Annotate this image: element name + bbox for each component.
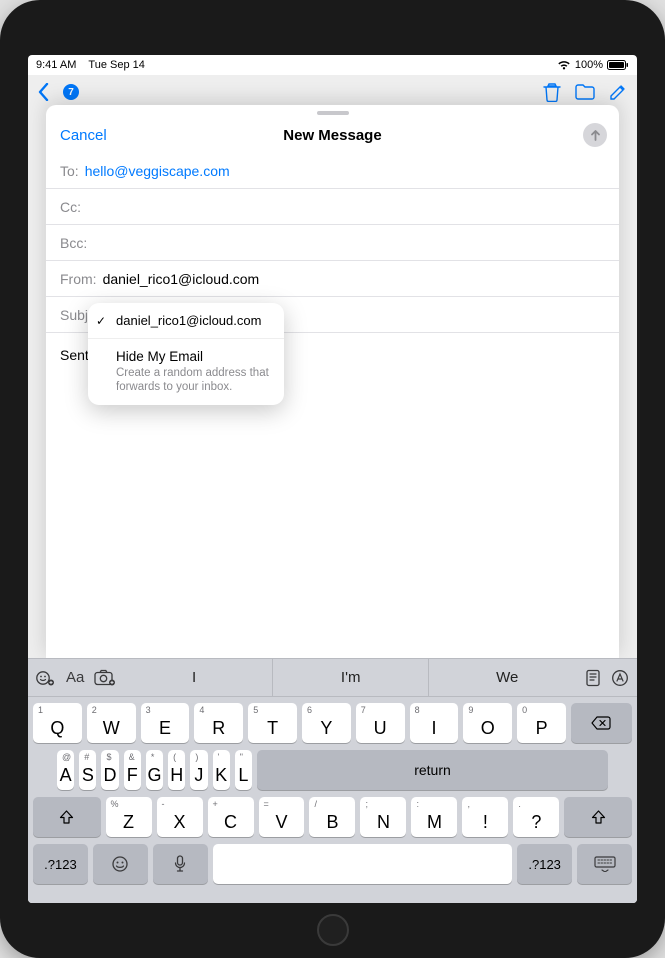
check-icon: ✓: [96, 314, 106, 328]
from-label: From:: [60, 271, 97, 287]
sheet-grabber[interactable]: [317, 111, 349, 115]
text-format-icon[interactable]: Aa: [66, 669, 84, 686]
back-icon[interactable]: [38, 83, 49, 101]
key-b[interactable]: /B: [309, 797, 355, 837]
key-d[interactable]: $D: [101, 750, 118, 790]
folder-icon[interactable]: [575, 84, 595, 100]
cc-row[interactable]: Cc:: [46, 189, 619, 225]
return-key[interactable]: return: [257, 750, 608, 790]
dismiss-keyboard-key[interactable]: [577, 844, 632, 884]
backspace-key[interactable]: [571, 703, 632, 743]
home-button[interactable]: [317, 914, 349, 946]
bcc-row[interactable]: Bcc:: [46, 225, 619, 261]
compose-icon[interactable]: [609, 83, 627, 101]
status-time: 9:41 AM: [36, 59, 76, 71]
key-s[interactable]: #S: [79, 750, 96, 790]
key-q[interactable]: 1Q: [33, 703, 82, 743]
markup-icon[interactable]: [611, 669, 629, 687]
battery-icon: [607, 60, 629, 70]
to-label: To:: [60, 163, 79, 179]
prediction-2[interactable]: I'm: [272, 659, 429, 696]
symbols-key-left[interactable]: .?123: [33, 844, 88, 884]
compose-sheet: Cancel New Message To: hello@veggiscape.…: [46, 105, 619, 658]
trash-icon[interactable]: [543, 82, 561, 102]
symbols-key-right[interactable]: .?123: [517, 844, 572, 884]
key-?[interactable]: .?: [513, 797, 559, 837]
key-v[interactable]: =V: [259, 797, 305, 837]
to-value[interactable]: hello@veggiscape.com: [85, 163, 230, 179]
from-option-selected[interactable]: ✓ daniel_rico1@icloud.com: [88, 303, 284, 339]
camera-icon[interactable]: [94, 669, 116, 687]
key-e[interactable]: 3E: [141, 703, 190, 743]
key-k[interactable]: 'K: [213, 750, 230, 790]
hide-my-email-title: Hide My Email: [116, 349, 272, 364]
key-w[interactable]: 2W: [87, 703, 136, 743]
predictions: I I'm We: [116, 659, 585, 696]
dictation-key[interactable]: [153, 844, 208, 884]
unread-badge: 7: [63, 84, 79, 100]
emoji-text-icon[interactable]: [36, 669, 56, 687]
key-t[interactable]: 5T: [248, 703, 297, 743]
battery-text: 100%: [575, 59, 603, 71]
key-f[interactable]: &F: [124, 750, 141, 790]
key-i[interactable]: 8I: [410, 703, 459, 743]
prediction-3[interactable]: We: [428, 659, 585, 696]
key-x[interactable]: -X: [157, 797, 203, 837]
key-j[interactable]: )J: [190, 750, 207, 790]
body-text: Sent: [60, 347, 89, 363]
from-row[interactable]: From: daniel_rico1@icloud.com: [46, 261, 619, 297]
key-o[interactable]: 9O: [463, 703, 512, 743]
key-y[interactable]: 6Y: [302, 703, 351, 743]
key-u[interactable]: 7U: [356, 703, 405, 743]
subject-label: Subj: [60, 307, 88, 323]
key-a[interactable]: @A: [57, 750, 74, 790]
keyboard: Aa I I'm We: [28, 658, 637, 903]
to-row[interactable]: To: hello@veggiscape.com: [46, 153, 619, 189]
hide-my-email-option[interactable]: Hide My Email Create a random address th…: [88, 339, 284, 405]
space-key[interactable]: [213, 844, 512, 884]
wifi-icon: [557, 60, 571, 70]
send-button[interactable]: [583, 123, 607, 147]
key-![interactable]: ,!: [462, 797, 508, 837]
shift-key[interactable]: [33, 797, 101, 837]
status-bar: 9:41 AM Tue Sep 14 100%: [28, 55, 637, 75]
status-date: Tue Sep 14: [88, 59, 144, 71]
key-n[interactable]: ;N: [360, 797, 406, 837]
compose-title: New Message: [283, 127, 381, 144]
from-popover: ✓ daniel_rico1@icloud.com Hide My Email …: [88, 303, 284, 405]
key-z[interactable]: %Z: [106, 797, 152, 837]
key-c[interactable]: +C: [208, 797, 254, 837]
bcc-label: Bcc:: [60, 235, 87, 251]
key-g[interactable]: *G: [146, 750, 163, 790]
cc-label: Cc:: [60, 199, 81, 215]
key-p[interactable]: 0P: [517, 703, 566, 743]
key-h[interactable]: (H: [168, 750, 185, 790]
key-r[interactable]: 4R: [194, 703, 243, 743]
from-value[interactable]: daniel_rico1@icloud.com: [103, 271, 260, 287]
hide-my-email-sub: Create a random address that forwards to…: [116, 366, 272, 395]
key-m[interactable]: :M: [411, 797, 457, 837]
scan-icon[interactable]: [585, 669, 601, 687]
key-l[interactable]: "L: [235, 750, 252, 790]
prediction-1[interactable]: I: [116, 659, 272, 696]
from-option-label: daniel_rico1@icloud.com: [116, 313, 261, 328]
emoji-key[interactable]: [93, 844, 148, 884]
shift-key-right[interactable]: [564, 797, 632, 837]
cancel-button[interactable]: Cancel: [60, 127, 107, 144]
